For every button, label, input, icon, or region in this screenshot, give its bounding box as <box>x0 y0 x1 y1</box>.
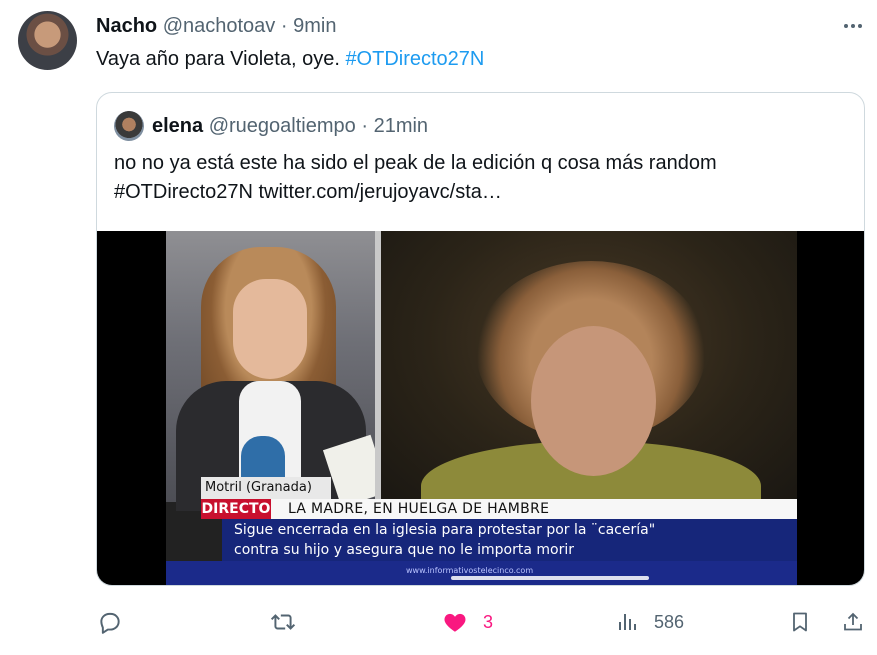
views-icon <box>619 614 636 630</box>
author-avatar[interactable] <box>18 11 77 70</box>
subtitle-line2: contra su hijo y asegura que no le impor… <box>234 542 574 558</box>
like-button[interactable]: 3 <box>441 604 493 640</box>
quoted-separator: · <box>361 115 369 137</box>
bookmark-button[interactable] <box>788 604 812 640</box>
quoted-text: no no ya está este ha sido el peak de la… <box>114 149 717 207</box>
reply-icon <box>100 612 120 634</box>
author-handle[interactable]: @nachotoav <box>163 15 276 37</box>
retweet-icon <box>270 614 296 630</box>
reporter-panel <box>166 231 390 511</box>
author-name[interactable]: Nacho <box>96 15 157 37</box>
location-label: Motril (Granada) <box>201 477 331 499</box>
live-badge: DIRECTO <box>201 499 271 519</box>
video-headline: LA MADRE, EN HUELGA DE HAMBRE <box>288 501 550 517</box>
header-separator: · <box>280 15 288 37</box>
tweet-hashtag[interactable]: #OTDirecto27N <box>345 48 484 70</box>
quoted-video[interactable]: Motril (Granada) DIRECTO LA MADRE, EN HU… <box>97 231 864 585</box>
video-frame: Motril (Granada) DIRECTO LA MADRE, EN HU… <box>166 231 797 585</box>
reporter-face <box>233 279 307 379</box>
views-count: 586 <box>654 611 685 632</box>
more-icon[interactable] <box>841 14 865 38</box>
quoted-author-avatar <box>114 111 144 141</box>
like-count: 3 <box>483 611 494 632</box>
tweet-time[interactable]: 9min <box>293 15 336 37</box>
video-progress-bar[interactable] <box>451 576 649 580</box>
bookmark-icon <box>793 612 807 632</box>
quoted-header: elena @ruegoaltiempo · 21min <box>152 113 428 139</box>
quoted-text-line1: no no ya está este ha sido el peak de la… <box>114 152 717 174</box>
action-bar: 3 586 <box>0 604 877 640</box>
woman-face <box>531 326 656 476</box>
share-button[interactable] <box>841 604 865 640</box>
tweet-text-plain: Vaya año para Violeta, oye. <box>96 48 346 70</box>
subtitle-line1: Sigue encerrada en la iglesia para prote… <box>234 522 656 538</box>
quoted-tweet[interactable]: elena @ruegoaltiempo · 21min no no ya es… <box>96 92 865 586</box>
tweet-text: Vaya año para Violeta, oye. #OTDirecto27… <box>96 46 484 72</box>
interview-panel <box>381 231 797 531</box>
share-icon <box>844 612 862 631</box>
tweet-header: Nacho @nachotoav · 9min <box>96 13 336 39</box>
views-button[interactable]: 586 <box>616 604 684 640</box>
channel-url: www.informativostelecinco.com <box>406 566 534 575</box>
quoted-time: 21min <box>373 115 429 137</box>
quoted-text-line2: #OTDirecto27N twitter.com/jerujoyavc/sta… <box>114 181 502 203</box>
like-icon <box>444 613 466 632</box>
reply-button[interactable] <box>97 604 123 640</box>
quoted-author-handle: @ruegoaltiempo <box>208 115 356 137</box>
quoted-author-name: elena <box>152 115 204 137</box>
retweet-button[interactable] <box>268 604 298 640</box>
